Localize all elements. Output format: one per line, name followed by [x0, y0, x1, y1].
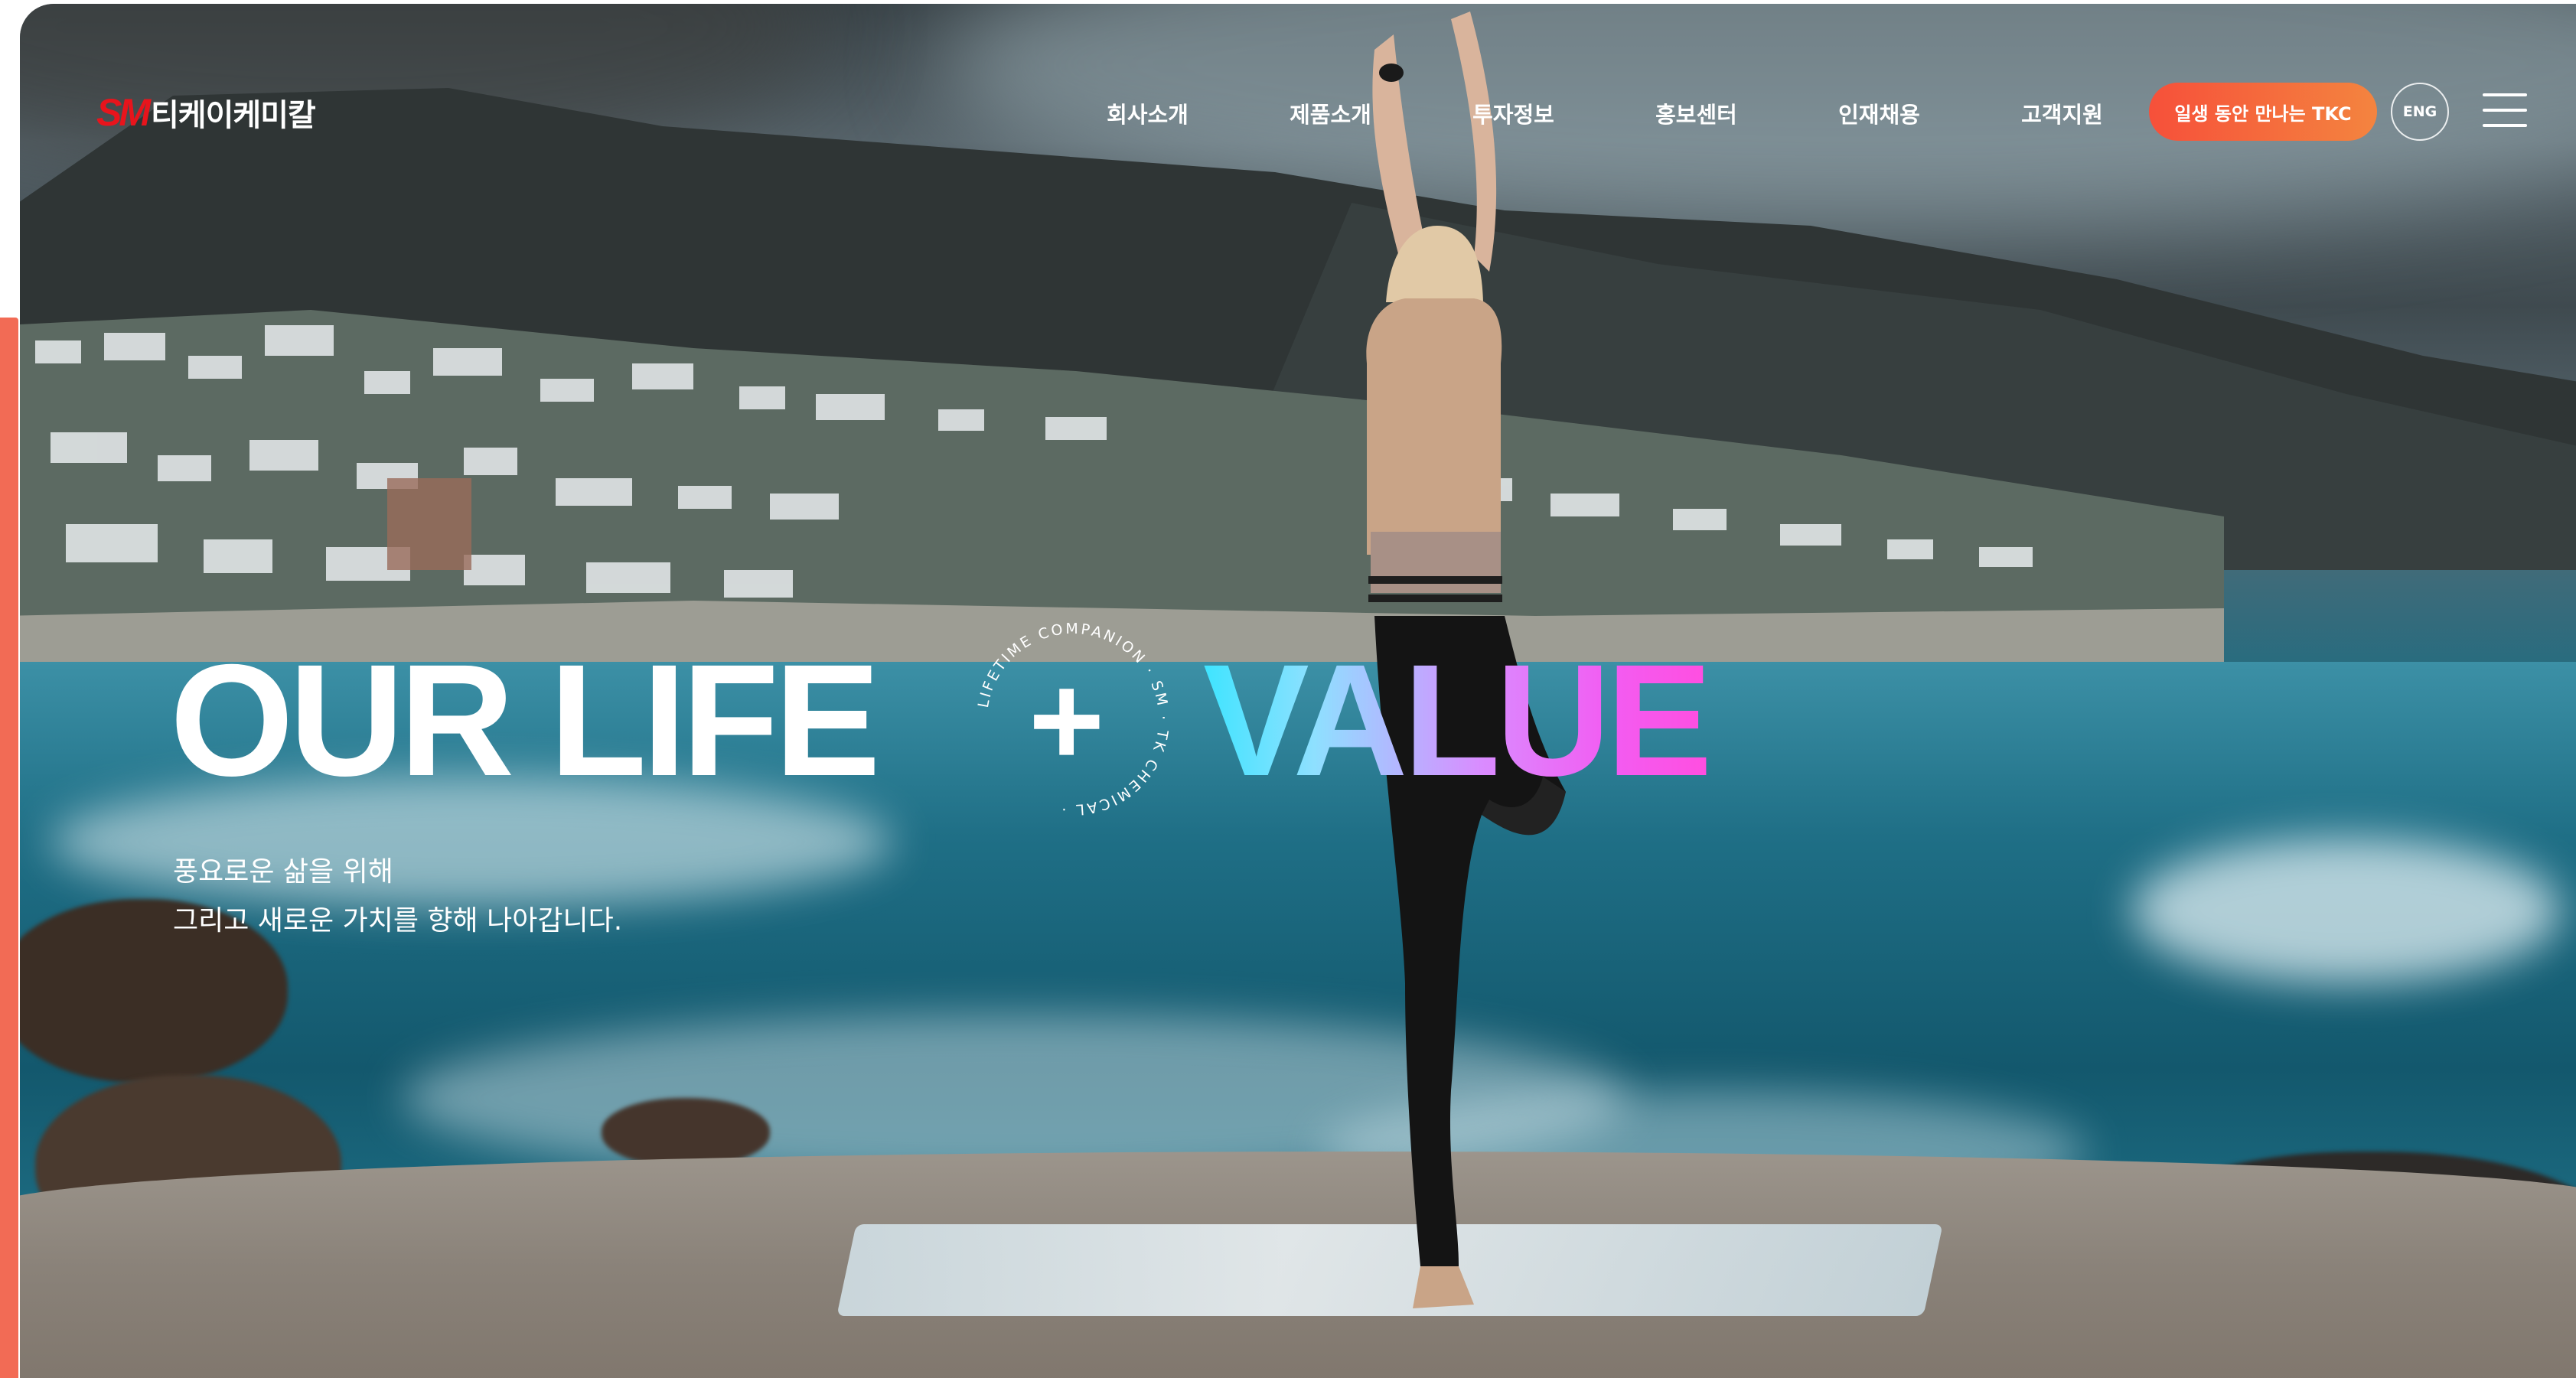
main-nav: 회사소개 제품소개 투자정보 홍보센터 인재채용 고객지원	[1056, 92, 2154, 135]
cta-button[interactable]: 일생 동안 만나는 TKC	[2149, 83, 2377, 141]
lifetime-companion-badge: LIFETIME COMPANION · SM · TK CHEMICAL ·	[975, 621, 1172, 818]
language-button[interactable]: ENG	[2391, 83, 2449, 141]
subtitle-line: 풍요로운 삶을 위해	[173, 856, 393, 888]
subtitle-line: 그리고 새로운 가치를 향해 나아갑니다.	[173, 905, 623, 937]
rock	[602, 1098, 770, 1167]
logo[interactable]: SM 티케이케미칼	[96, 90, 316, 135]
logo-mark: SM	[96, 91, 151, 134]
hero-subtitle: 풍요로운 삶을 위해 그리고 새로운 가치를 향해 나아갑니다.	[173, 848, 622, 946]
nav-item-company[interactable]: 회사소개	[1056, 97, 1239, 129]
nav-item-careers[interactable]: 인재채용	[1788, 97, 1971, 129]
nav-item-investor[interactable]: 투자정보	[1422, 97, 1605, 129]
nav-item-support[interactable]: 고객지원	[1971, 97, 2154, 129]
nav-item-products[interactable]: 제품소개	[1239, 97, 1422, 129]
nav-item-pr-center[interactable]: 홍보센터	[1605, 97, 1788, 129]
logo-text: 티케이케미칼	[151, 98, 316, 133]
headline-left: OUR LIFE	[170, 632, 881, 810]
badge-ring-text: LIFETIME COMPANION · SM · TK CHEMICAL ·	[975, 621, 1172, 818]
wave-foam	[2132, 838, 2561, 983]
headline-value: VALUE	[1203, 632, 1713, 810]
hamburger-icon[interactable]	[2483, 93, 2527, 127]
accent-bar	[0, 318, 18, 1378]
